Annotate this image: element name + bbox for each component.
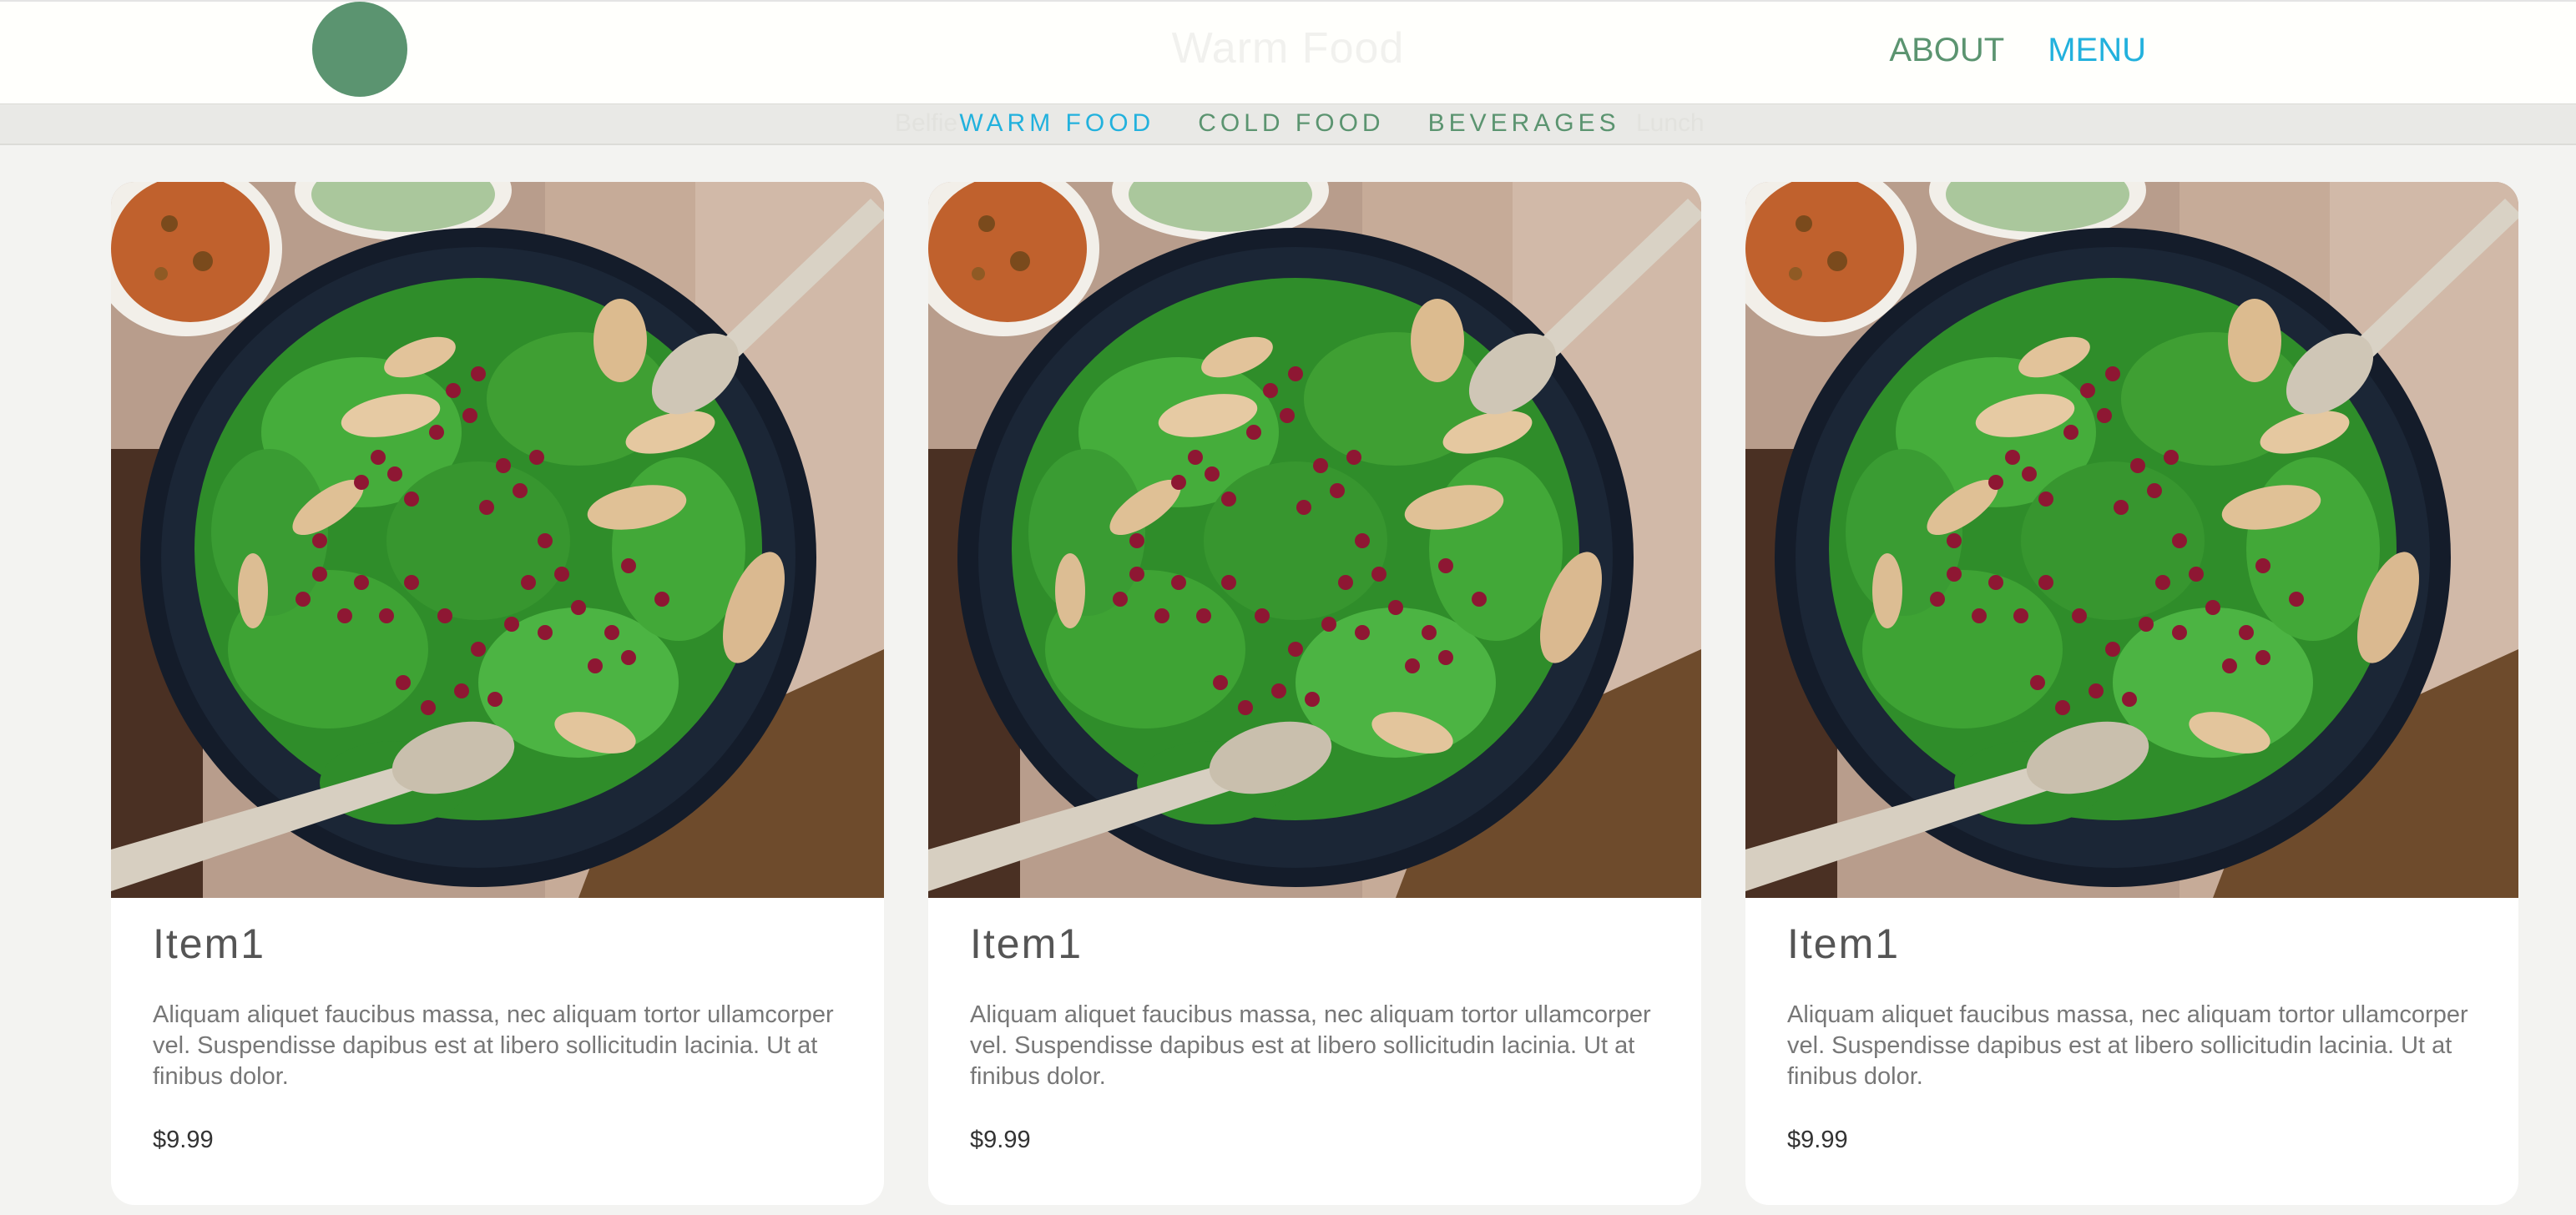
item-description: Aliquam aliquet faucibus massa, nec aliq… [153, 1001, 834, 1090]
main-nav: ABOUT MENU [1889, 32, 2146, 69]
menu-item-card[interactable]: Item1 Aliquam aliquet faucibus massa, ne… [1745, 182, 2518, 1205]
tab-warm-food[interactable]: WARM FOOD [959, 109, 1154, 138]
food-image [111, 182, 884, 898]
item-price: $9.99 [153, 1127, 214, 1153]
top-header: Warm Food ABOUT MENU [0, 0, 2576, 103]
category-tabs: WARM FOOD COLD FOOD BEVERAGES [0, 109, 2576, 138]
page-title: Warm Food [1171, 24, 1405, 73]
item-description: Aliquam aliquet faucibus massa, nec aliq… [1787, 1001, 2468, 1090]
category-bar: Belfie Lunch WARM FOOD COLD FOOD BEVERAG… [0, 103, 2576, 145]
food-image [928, 182, 1701, 898]
item-title: Item1 [1787, 920, 1901, 967]
item-price: $9.99 [1787, 1127, 1848, 1153]
item-title: Item1 [153, 920, 266, 967]
item-description: Aliquam aliquet faucibus massa, nec aliq… [970, 1001, 1651, 1090]
menu-item-card[interactable]: Item1 Aliquam aliquet faucibus massa, ne… [928, 182, 1701, 1205]
tab-cold-food[interactable]: COLD FOOD [1198, 109, 1384, 138]
nav-menu-link[interactable]: MENU [2048, 32, 2146, 69]
item-title: Item1 [970, 920, 1083, 967]
nav-about-link[interactable]: ABOUT [1889, 32, 2004, 69]
food-image [1745, 182, 2518, 898]
item-price: $9.99 [970, 1127, 1031, 1153]
tab-beverages[interactable]: BEVERAGES [1428, 109, 1620, 138]
menu-item-card[interactable]: Item1 Aliquam aliquet faucibus massa, ne… [111, 182, 884, 1205]
